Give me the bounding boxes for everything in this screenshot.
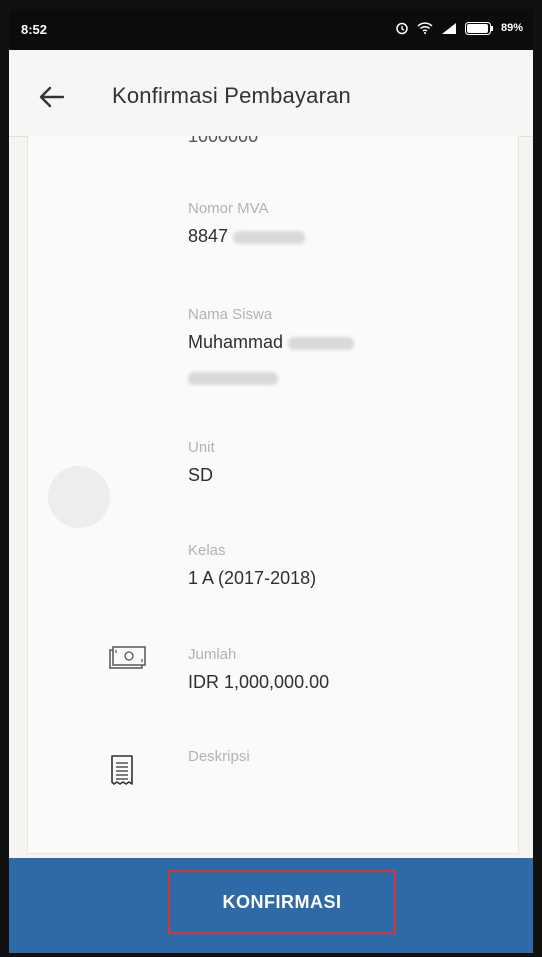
- app-header: Konfirmasi Pembayaran: [9, 50, 533, 137]
- field-unit: Unit SD: [188, 439, 215, 486]
- field-label: Kelas: [188, 542, 226, 559]
- payment-details: 1000000 Nomor MVA 8847 Nama Siswa Muhamm…: [27, 136, 519, 854]
- redacted-text: [233, 230, 306, 244]
- redacted-text: [188, 371, 278, 385]
- status-time: 8:52: [21, 22, 48, 37]
- phone-screen: 8:52 89% Konfirmasi Pembayaran 1000000 N…: [9, 9, 533, 953]
- wifi-icon: [417, 22, 433, 34]
- field-label: Unit: [188, 439, 215, 456]
- bottom-action-bar: KONFIRMASI: [9, 858, 533, 953]
- field-nama-siswa: Nama Siswa Muhammad: [188, 306, 355, 388]
- field-label: Nama Siswa: [188, 306, 273, 323]
- field-value: SD: [188, 465, 214, 485]
- field-jumlah: Jumlah IDR 1,000,000.00: [188, 646, 329, 693]
- field-label: Deskripsi: [188, 748, 250, 765]
- battery-percent: 89%: [500, 22, 523, 34]
- field-value: 1 A (2017-2018): [188, 568, 317, 588]
- battery-icon: [464, 21, 493, 35]
- back-button[interactable]: [35, 80, 69, 114]
- page-title: Konfirmasi Pembayaran: [112, 83, 351, 108]
- field-value: Muhammad: [188, 332, 355, 388]
- confirm-button[interactable]: KONFIRMASI: [168, 870, 396, 934]
- arrow-left-icon: [39, 86, 65, 108]
- alarm-icon: [395, 21, 409, 35]
- redacted-text: [288, 336, 355, 350]
- field-kelas: Kelas 1 A (2017-2018): [188, 542, 316, 589]
- field-value: 8847: [188, 226, 306, 247]
- signal-icon: [441, 22, 457, 34]
- receipt-icon: [110, 754, 134, 793]
- field-deskripsi: Deskripsi: [188, 748, 250, 774]
- floating-bubble: [48, 466, 110, 528]
- name-value-text: Muhammad: [188, 332, 284, 352]
- field-nomor-mva: Nomor MVA 8847: [188, 200, 306, 247]
- field-label: Jumlah: [188, 646, 237, 663]
- status-icons: 89%: [395, 21, 523, 35]
- field-label: Nomor MVA: [188, 200, 269, 217]
- field-value: IDR 1,000,000.00: [188, 672, 330, 692]
- cutoff-value: 1000000: [188, 136, 259, 146]
- money-icon: [106, 644, 146, 677]
- mva-value-text: 8847: [188, 226, 229, 246]
- status-bar: 8:52 89%: [9, 9, 533, 50]
